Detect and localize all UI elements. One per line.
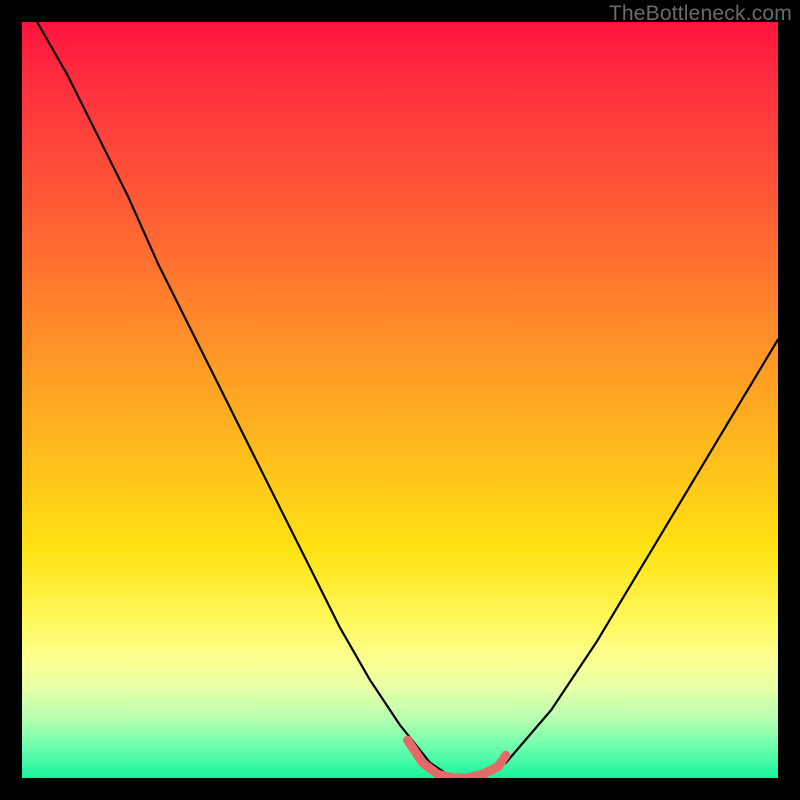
series-flat-bottom-highlight [408, 740, 506, 778]
curve-layer [22, 22, 778, 778]
plot-area [22, 22, 778, 778]
chart-frame: TheBottleneck.com [0, 0, 800, 800]
watermark-text: TheBottleneck.com [609, 2, 792, 26]
series-bottleneck-curve [37, 22, 778, 778]
